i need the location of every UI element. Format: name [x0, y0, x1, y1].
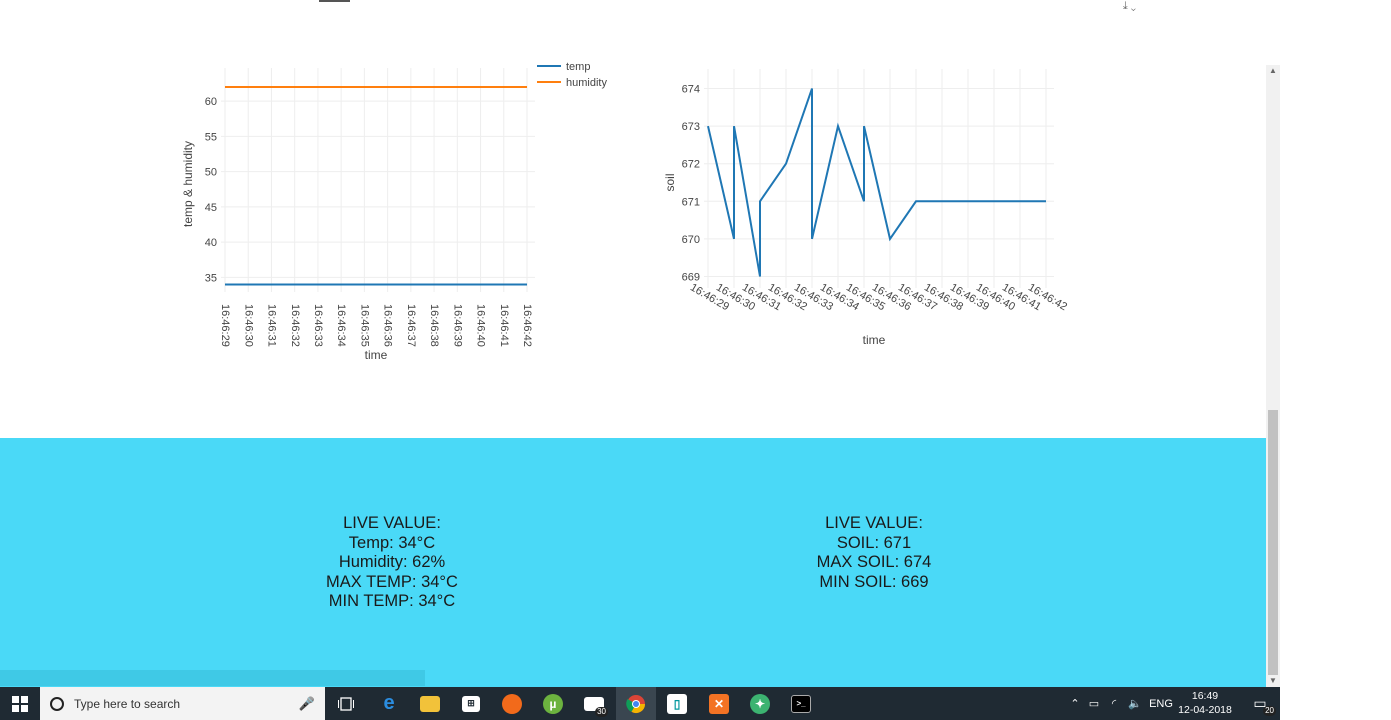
live-max-temp: MAX TEMP: 34°C	[326, 572, 458, 591]
microphone-icon[interactable]: 🎤	[297, 696, 317, 712]
x-tick-label: 16:46:42	[521, 304, 533, 347]
x-tick-label: 16:46:39	[451, 304, 463, 347]
search-placeholder: Type here to search	[74, 696, 181, 711]
soil-chart-svg: 66967067167267367416:46:2916:46:3016:46:…	[663, 69, 1069, 347]
y-tick-label: 45	[205, 202, 217, 214]
edge-icon[interactable]: e	[369, 687, 409, 720]
series-line-soil	[707, 88, 1046, 277]
taskbar-clock[interactable]: 16:49 12-04-2018	[1172, 689, 1238, 717]
y-tick-label: 60	[205, 96, 217, 108]
clock-time: 16:49	[1191, 690, 1219, 702]
x-axis-title: time	[365, 348, 388, 362]
temp-humidity-chart: 35 40 45 50 55 60 16:46:29 16:46:30 16:46:31 16:4…	[170, 60, 650, 375]
arduino-ide-icon[interactable]: ▯	[657, 687, 697, 720]
task-view-icon[interactable]	[326, 687, 366, 720]
status-bar-url	[0, 670, 425, 686]
clock-date: 12-04-2018	[1178, 704, 1232, 716]
cortana-icon	[50, 696, 64, 711]
notification-count: 20	[1263, 706, 1276, 716]
y-tick-label: 40	[205, 237, 217, 249]
y-tick-label: 671	[682, 196, 700, 208]
notification-center-icon[interactable]: ▭ 20	[1240, 687, 1280, 720]
live-right-block: LIVE VALUE: SOIL: 671 MAX SOIL: 674 MIN …	[724, 514, 1024, 592]
battery-icon[interactable]: ▭	[1084, 697, 1104, 710]
top-right-icons[interactable]: ⤓ ⌄	[1123, 0, 1136, 13]
x-tick-label: 16:46:33	[312, 304, 324, 347]
windows-start-icon[interactable]	[0, 687, 40, 720]
system-tray: ⌃ ▭ ◜ 🔈 ENG	[1066, 687, 1176, 720]
taskbar-search[interactable]: Type here to search 🎤	[40, 687, 325, 720]
soil-chart: 669 670 671 672 673 674 16:46:29 16:46:30 16:46:…	[650, 60, 1110, 365]
x-tick-label: 16:46:36	[382, 304, 394, 347]
x-tick-label: 16:46:37	[405, 304, 417, 347]
top-underline	[319, 0, 350, 2]
x-tick-label: 16:46:30	[242, 304, 254, 347]
x-axis-title: time	[863, 333, 886, 347]
volume-icon[interactable]: 🔈	[1124, 697, 1146, 710]
chrome-icon[interactable]	[616, 687, 656, 720]
y-tick-label: 673	[682, 121, 700, 133]
store-icon[interactable]: ⊞	[451, 687, 491, 720]
taskbar: Type here to search 🎤 e ⊞ µ 30 ▯ ✕ ✦ >_ …	[0, 687, 1280, 720]
mail-icon[interactable]: 30	[574, 687, 614, 720]
live-soil: SOIL: 671	[836, 533, 912, 552]
y-tick-label: 669	[682, 271, 700, 283]
x-tick-label: 16:46:38	[428, 304, 440, 347]
xampp-icon[interactable]: ✕	[699, 687, 739, 720]
wifi-icon[interactable]: ◜	[1104, 697, 1124, 710]
tray-chevron-icon[interactable]: ⌃	[1066, 697, 1084, 710]
x-tick-label: 16:46:32	[289, 304, 301, 347]
browser-page: ⤓ ⌄ 35 40 45 50 55 60 16:46:29 16:46:30 16:46:31…	[0, 0, 1266, 687]
live-values-panel: LIVE VALUE: Temp: 34°C Humidity: 62% MAX…	[0, 438, 1266, 687]
vertical-scrollbar[interactable]: ▲ ▼	[1266, 65, 1280, 687]
y-tick-label: 674	[682, 84, 700, 96]
legend-label: humidity	[566, 77, 607, 89]
file-explorer-icon[interactable]	[410, 687, 450, 720]
y-axis-title: soil	[663, 173, 677, 191]
temp-humidity-chart-svg: 35 40 45 50 55 60 16:46:29 16:46:30 16:46:31 16:4…	[181, 61, 607, 362]
utorrent-icon[interactable]: µ	[533, 687, 573, 720]
scroll-down-icon[interactable]: ▼	[1266, 675, 1280, 687]
live-right-title: LIVE VALUE:	[825, 514, 923, 532]
y-tick-label: 670	[682, 234, 700, 246]
y-tick-label: 672	[682, 159, 700, 171]
y-tick-label: 50	[205, 167, 217, 179]
y-tick-label: 55	[205, 131, 217, 143]
live-temp: Temp: 34°C	[348, 533, 436, 552]
legend-label: temp	[566, 61, 590, 73]
scroll-up-icon[interactable]: ▲	[1266, 65, 1280, 77]
live-left-title: LIVE VALUE:	[343, 514, 441, 532]
live-min-soil: MIN SOIL: 669	[819, 572, 929, 591]
mail-badge: 30	[595, 707, 608, 717]
live-humidity: Humidity: 62%	[338, 553, 446, 571]
y-axis-title: temp & humidity	[181, 141, 195, 227]
terminal-icon[interactable]: >_	[781, 687, 821, 720]
x-tick-label: 16:46:40	[475, 304, 487, 347]
live-left-block: LIVE VALUE: Temp: 34°C Humidity: 62% MAX…	[242, 514, 542, 612]
live-min-temp: MIN TEMP: 34°C	[328, 592, 456, 610]
x-tick-label: 16:46:29	[219, 304, 231, 347]
x-tick-label: 16:46:35	[358, 304, 370, 347]
live-max-soil: MAX SOIL: 674	[816, 553, 932, 571]
x-tick-label: 16:46:31	[266, 304, 278, 347]
scroll-thumb[interactable]	[1268, 410, 1278, 675]
green-app-icon[interactable]: ✦	[740, 687, 780, 720]
x-tick-label: 16:46:34	[335, 304, 347, 347]
x-tick-label: 16:46:41	[498, 304, 510, 347]
y-tick-label: 35	[205, 272, 217, 284]
firefox-icon[interactable]	[492, 687, 532, 720]
